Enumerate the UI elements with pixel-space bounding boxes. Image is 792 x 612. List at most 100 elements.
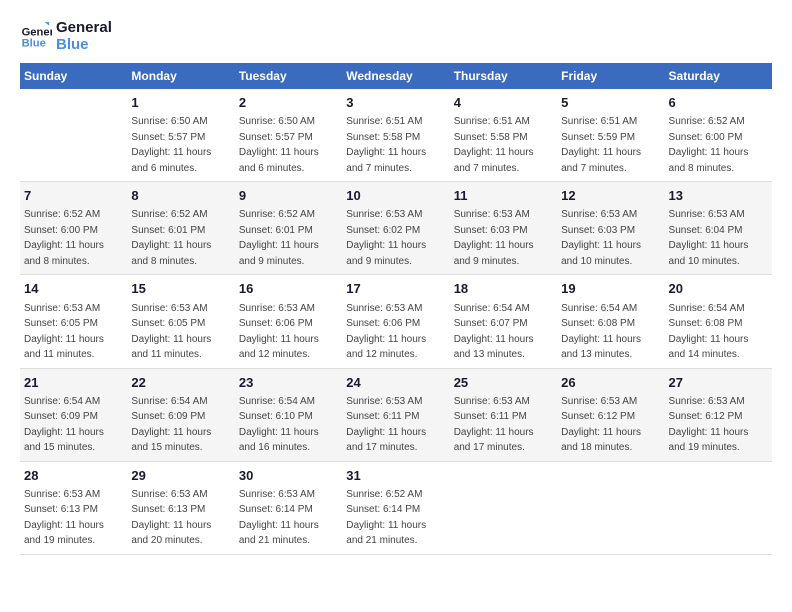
week-row-5: 28 Sunrise: 6:53 AMSunset: 6:13 PMDayligh… [20, 461, 772, 554]
calendar-cell: 23 Sunrise: 6:54 AMSunset: 6:10 PMDayligh… [235, 368, 342, 461]
day-number: 27 [669, 374, 768, 392]
day-number: 15 [131, 280, 230, 298]
day-info: Sunrise: 6:53 AMSunset: 6:13 PMDaylight:… [24, 489, 104, 547]
calendar-cell: 17Sunrise: 6:53 AMSunset: 6:06 PMDayligh… [342, 275, 449, 368]
calendar-cell: 24Sunrise: 6:53 AMSunset: 6:11 PMDayligh… [342, 368, 449, 461]
svg-text:Blue: Blue [22, 37, 46, 49]
day-number: 8 [131, 187, 230, 205]
day-info: Sunrise: 6:54 AMSunset: 6:09 PMDaylight:… [24, 396, 104, 454]
calendar-cell: 4 Sunrise: 6:51 AMSunset: 5:58 PMDaylight… [450, 89, 557, 182]
day-number: 12 [561, 187, 660, 205]
calendar-cell: 31 Sunrise: 6:52 AMSunset: 6:14 PMDayligh… [342, 461, 449, 554]
day-info: Sunrise: 6:54 AMSunset: 6:08 PMDaylight:… [561, 303, 641, 361]
calendar-cell: 22Sunrise: 6:54 AMSunset: 6:09 PMDayligh… [127, 368, 234, 461]
calendar-cell: 14 Sunrise: 6:53 AMSunset: 6:05 PMDayligh… [20, 275, 127, 368]
calendar-cell: 10 Sunrise: 6:53 AMSunset: 6:02 PMDayligh… [342, 182, 449, 275]
day-info: Sunrise: 6:53 AMSunset: 6:05 PMDaylight:… [24, 303, 104, 361]
calendar-cell: 16Sunrise: 6:53 AMSunset: 6:06 PMDayligh… [235, 275, 342, 368]
calendar-cell: 25Sunrise: 6:53 AMSunset: 6:11 PMDayligh… [450, 368, 557, 461]
calendar-cell [450, 461, 557, 554]
day-info: Sunrise: 6:52 AMSunset: 6:01 PMDaylight:… [239, 209, 319, 267]
calendar-cell: 1 Sunrise: 6:50 AMSunset: 5:57 PMDaylight… [127, 89, 234, 182]
day-number: 7 [24, 187, 123, 205]
day-number: 22 [131, 374, 230, 392]
week-row-4: 21 Sunrise: 6:54 AMSunset: 6:09 PMDayligh… [20, 368, 772, 461]
calendar-cell: 7 Sunrise: 6:52 AMSunset: 6:00 PMDaylight… [20, 182, 127, 275]
day-number: 18 [454, 280, 553, 298]
day-info: Sunrise: 6:51 AMSunset: 5:58 PMDaylight:… [346, 116, 426, 174]
day-number: 16 [239, 280, 338, 298]
day-number: 6 [669, 94, 768, 112]
day-number: 11 [454, 187, 553, 205]
svg-text:General: General [22, 26, 52, 38]
calendar-cell: 29 Sunrise: 6:53 AMSunset: 6:13 PMDayligh… [127, 461, 234, 554]
logo-blue: Blue [56, 37, 112, 54]
calendar-cell: 20Sunrise: 6:54 AMSunset: 6:08 PMDayligh… [665, 275, 772, 368]
day-number: 21 [24, 374, 123, 392]
day-info: Sunrise: 6:53 AMSunset: 6:12 PMDaylight:… [669, 396, 749, 454]
calendar-cell: 28 Sunrise: 6:53 AMSunset: 6:13 PMDayligh… [20, 461, 127, 554]
calendar-cell: 9 Sunrise: 6:52 AMSunset: 6:01 PMDaylight… [235, 182, 342, 275]
week-row-1: 1 Sunrise: 6:50 AMSunset: 5:57 PMDaylight… [20, 89, 772, 182]
header-day-saturday: Saturday [665, 63, 772, 89]
day-info: Sunrise: 6:53 AMSunset: 6:14 PMDaylight:… [239, 489, 319, 547]
day-number: 24 [346, 374, 445, 392]
calendar-cell: 8Sunrise: 6:52 AMSunset: 6:01 PMDaylight… [127, 182, 234, 275]
calendar-cell [557, 461, 664, 554]
day-info: Sunrise: 6:54 AMSunset: 6:07 PMDaylight:… [454, 303, 534, 361]
header-day-monday: Monday [127, 63, 234, 89]
day-number: 5 [561, 94, 660, 112]
calendar-cell: 11 Sunrise: 6:53 AMSunset: 6:03 PMDayligh… [450, 182, 557, 275]
calendar-cell: 27 Sunrise: 6:53 AMSunset: 6:12 PMDayligh… [665, 368, 772, 461]
day-info: Sunrise: 6:51 AMSunset: 5:58 PMDaylight:… [454, 116, 534, 174]
calendar-cell: 19 Sunrise: 6:54 AMSunset: 6:08 PMDayligh… [557, 275, 664, 368]
day-info: Sunrise: 6:53 AMSunset: 6:03 PMDaylight:… [454, 209, 534, 267]
day-info: Sunrise: 6:50 AMSunset: 5:57 PMDaylight:… [131, 116, 211, 174]
calendar-cell: 30Sunrise: 6:53 AMSunset: 6:14 PMDayligh… [235, 461, 342, 554]
calendar-cell: 15 Sunrise: 6:53 AMSunset: 6:05 PMDayligh… [127, 275, 234, 368]
calendar-table: SundayMondayTuesdayWednesdayThursdayFrid… [20, 63, 772, 555]
day-number: 4 [454, 94, 553, 112]
calendar-cell: 3Sunrise: 6:51 AMSunset: 5:58 PMDaylight… [342, 89, 449, 182]
day-info: Sunrise: 6:53 AMSunset: 6:04 PMDaylight:… [669, 209, 749, 267]
day-info: Sunrise: 6:54 AMSunset: 6:08 PMDaylight:… [669, 303, 749, 361]
day-number: 23 [239, 374, 338, 392]
day-number: 9 [239, 187, 338, 205]
day-info: Sunrise: 6:52 AMSunset: 6:00 PMDaylight:… [669, 116, 749, 174]
day-number: 2 [239, 94, 338, 112]
week-row-3: 14 Sunrise: 6:53 AMSunset: 6:05 PMDayligh… [20, 275, 772, 368]
day-info: Sunrise: 6:52 AMSunset: 6:14 PMDaylight:… [346, 489, 426, 547]
calendar-cell: 6 Sunrise: 6:52 AMSunset: 6:00 PMDaylight… [665, 89, 772, 182]
calendar-cell [20, 89, 127, 182]
day-info: Sunrise: 6:53 AMSunset: 6:06 PMDaylight:… [346, 303, 426, 361]
day-number: 1 [131, 94, 230, 112]
day-info: Sunrise: 6:54 AMSunset: 6:10 PMDaylight:… [239, 396, 319, 454]
day-number: 28 [24, 467, 123, 485]
day-info: Sunrise: 6:52 AMSunset: 6:00 PMDaylight:… [24, 209, 104, 267]
page-header: General Blue General Blue [20, 20, 772, 53]
day-number: 29 [131, 467, 230, 485]
week-row-2: 7 Sunrise: 6:52 AMSunset: 6:00 PMDaylight… [20, 182, 772, 275]
calendar-cell: 26Sunrise: 6:53 AMSunset: 6:12 PMDayligh… [557, 368, 664, 461]
header-day-tuesday: Tuesday [235, 63, 342, 89]
day-number: 14 [24, 280, 123, 298]
header-day-thursday: Thursday [450, 63, 557, 89]
day-number: 31 [346, 467, 445, 485]
day-info: Sunrise: 6:53 AMSunset: 6:02 PMDaylight:… [346, 209, 426, 267]
calendar-cell: 5 Sunrise: 6:51 AMSunset: 5:59 PMDaylight… [557, 89, 664, 182]
day-number: 25 [454, 374, 553, 392]
header-day-sunday: Sunday [20, 63, 127, 89]
calendar-cell: 2 Sunrise: 6:50 AMSunset: 5:57 PMDaylight… [235, 89, 342, 182]
calendar-cell: 12 Sunrise: 6:53 AMSunset: 6:03 PMDayligh… [557, 182, 664, 275]
calendar-cell: 18 Sunrise: 6:54 AMSunset: 6:07 PMDayligh… [450, 275, 557, 368]
day-info: Sunrise: 6:53 AMSunset: 6:12 PMDaylight:… [561, 396, 641, 454]
day-info: Sunrise: 6:53 AMSunset: 6:05 PMDaylight:… [131, 303, 211, 361]
day-number: 10 [346, 187, 445, 205]
logo: General Blue General Blue [20, 20, 112, 53]
day-info: Sunrise: 6:53 AMSunset: 6:13 PMDaylight:… [131, 489, 211, 547]
header-day-wednesday: Wednesday [342, 63, 449, 89]
day-number: 19 [561, 280, 660, 298]
day-info: Sunrise: 6:53 AMSunset: 6:03 PMDaylight:… [561, 209, 641, 267]
day-info: Sunrise: 6:50 AMSunset: 5:57 PMDaylight:… [239, 116, 319, 174]
day-info: Sunrise: 6:51 AMSunset: 5:59 PMDaylight:… [561, 116, 641, 174]
